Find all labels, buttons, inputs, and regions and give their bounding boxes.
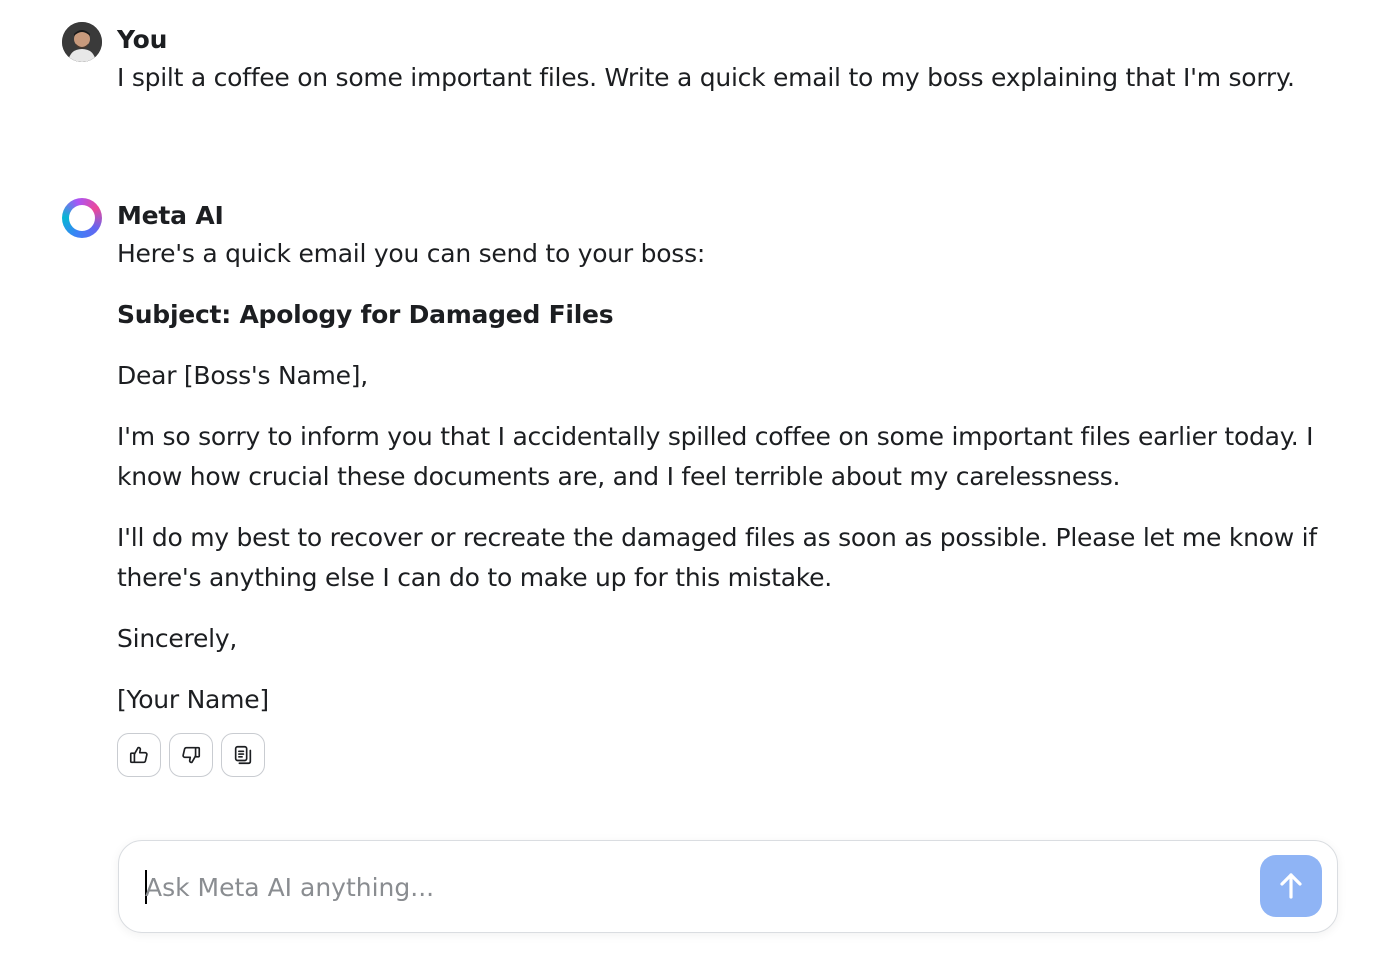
email-subject: Subject: Apology for Damaged Files [117,300,614,329]
thumbs-down-icon [182,746,201,764]
message-actions [117,733,1340,777]
dislike-button[interactable] [169,733,213,777]
ai-sender-name: Meta AI [117,201,224,230]
ai-intro-text: Here's a quick email you can send to you… [117,239,706,268]
user-message: You I spilt a coffee on some important f… [62,22,1340,98]
user-avatar [62,22,102,62]
email-signature: [Your Name] [117,685,269,714]
chat-page: You I spilt a coffee on some important f… [0,0,1400,963]
user-message-text: I spilt a coffee on some important files… [117,63,1295,92]
email-greeting: Dear [Boss's Name], [117,361,368,390]
copy-icon [234,745,252,765]
email-paragraph-1: I'm so sorry to inform you that I accide… [117,422,1314,491]
meta-ai-logo-icon [62,198,102,238]
like-button[interactable] [117,733,161,777]
thumbs-up-icon [129,746,148,764]
user-sender-name: You [117,25,168,54]
ai-message: Meta AI Here's a quick email you can sen… [62,198,1340,777]
chat-composer [118,840,1338,933]
send-button[interactable] [1260,855,1322,917]
chat-input[interactable] [145,869,1225,905]
email-paragraph-2: I'll do my best to recover or recreate t… [117,523,1317,592]
arrow-up-icon [1280,873,1302,899]
copy-button[interactable] [221,733,265,777]
email-closing: Sincerely, [117,624,238,653]
